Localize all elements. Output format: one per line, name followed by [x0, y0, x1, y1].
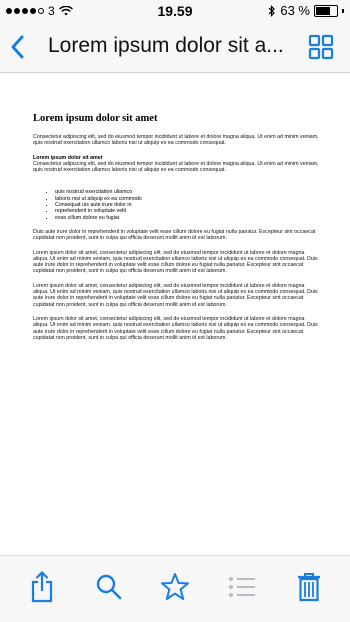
battery-percent: 63 % [280, 3, 310, 18]
bullet-list: quis nostrud exercitation ullamco labori… [33, 189, 321, 220]
chevron-left-icon [11, 35, 24, 59]
share-icon [31, 571, 53, 603]
sub-paragraph: Consectetur adipiscing elit, sed do eius… [33, 160, 319, 174]
body-paragraph: Lorem ipsum dolor sit amet, consectetur … [33, 315, 318, 341]
back-button[interactable] [6, 32, 30, 62]
thumbnails-button[interactable] [308, 34, 334, 60]
bookmark-button[interactable] [158, 570, 192, 604]
document-page: Lorem ipsum dolor sit amet Consectetur a… [33, 113, 321, 349]
share-button[interactable] [25, 570, 59, 604]
battery-tip [342, 8, 344, 13]
bottom-toolbar [0, 555, 350, 622]
battery-fill [316, 6, 330, 15]
search-icon [96, 574, 122, 600]
navigation-bar: Lorem ipsum dolor sit a... [0, 22, 350, 73]
grid-icon [308, 34, 334, 60]
bluetooth-icon [268, 4, 276, 17]
outline-button[interactable] [225, 570, 259, 604]
status-bar: 3 19.59 63 % [0, 0, 350, 22]
search-button[interactable] [92, 570, 126, 604]
page-title: Lorem ipsum dolor sit a... [48, 34, 284, 57]
trash-icon [298, 573, 320, 602]
document-viewer[interactable]: Lorem ipsum dolor sit amet Consectetur a… [0, 73, 350, 555]
body-paragraph: Lorem ipsum dolor sit amet, consectetur … [33, 282, 318, 308]
body-paragraph: Lorem ipsum dolor sit amet, consectetur … [33, 249, 318, 275]
document-title: Lorem ipsum dolor sit amet [33, 113, 158, 124]
battery-icon [314, 4, 338, 17]
star-icon [161, 573, 189, 600]
status-right: 63 % [268, 3, 344, 18]
body-paragraph: Duis aute irure dolor in reprehenderit i… [33, 228, 316, 242]
list-item: esse cillum dolore eu fugiat [55, 215, 321, 221]
intro-paragraph: Consectetur adipiscing elit, sed do eius… [33, 134, 319, 147]
list-icon [229, 577, 255, 597]
delete-button[interactable] [292, 570, 326, 604]
